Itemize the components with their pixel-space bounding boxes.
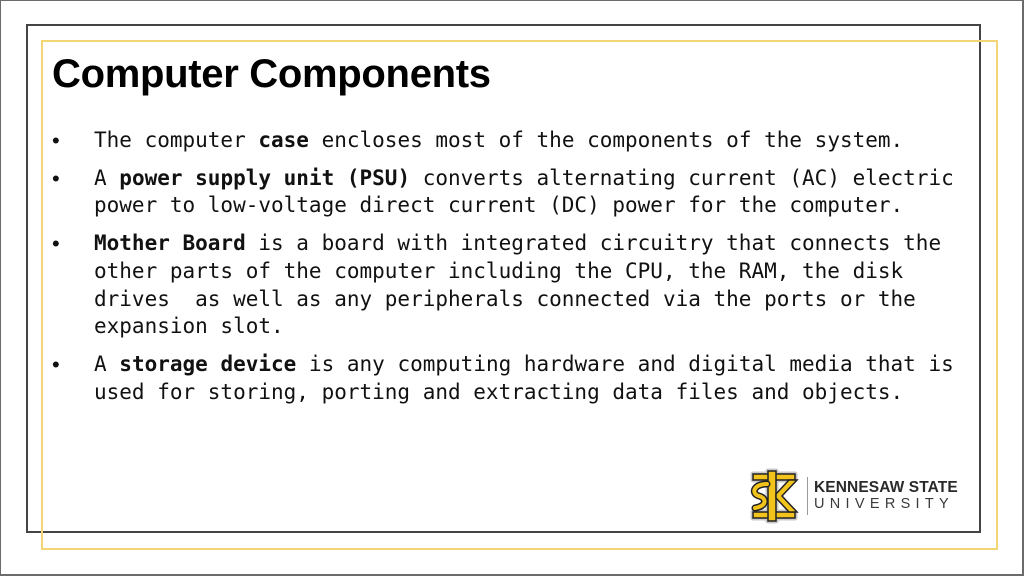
logo-divider — [807, 477, 808, 515]
bullet-term: power supply unit (PSU) — [119, 165, 411, 190]
bullet-item: • The computer case encloses most of the … — [52, 127, 972, 155]
bullet-item: • A storage device is any computing hardw… — [52, 351, 972, 406]
bullet-term: storage device — [119, 351, 297, 376]
bullet-item: • Mother Board is a board with integrated… — [52, 230, 972, 341]
ks-monogram-icon — [750, 468, 799, 524]
logo-line-2: UNIVERSITY — [814, 496, 955, 512]
bullet-text: A — [94, 165, 120, 190]
bullet-list: • The computer case encloses most of the … — [52, 127, 972, 416]
logo-line-1: KENNESAW STATE — [814, 479, 958, 496]
bullet-text: encloses most of the components of the s… — [308, 128, 904, 152]
bullet-text: The computer — [94, 128, 259, 152]
logo-wordmark: KENNESAW STATE UNIVERSITY — [814, 479, 958, 513]
ksu-logo: KENNESAW STATE UNIVERSITY — [745, 468, 958, 524]
bullet-item: • A power supply unit (PSU) converts alte… — [52, 165, 972, 220]
bullet-term: Mother Board — [94, 231, 246, 256]
bullet-icon: • — [52, 128, 60, 153]
bullet-icon: • — [52, 231, 60, 257]
bullet-icon: • — [52, 351, 60, 377]
slide-title: Computer Components — [52, 52, 491, 96]
bullet-term: case — [258, 128, 309, 152]
bullet-text: A — [94, 351, 120, 376]
bullet-icon: • — [52, 165, 60, 191]
